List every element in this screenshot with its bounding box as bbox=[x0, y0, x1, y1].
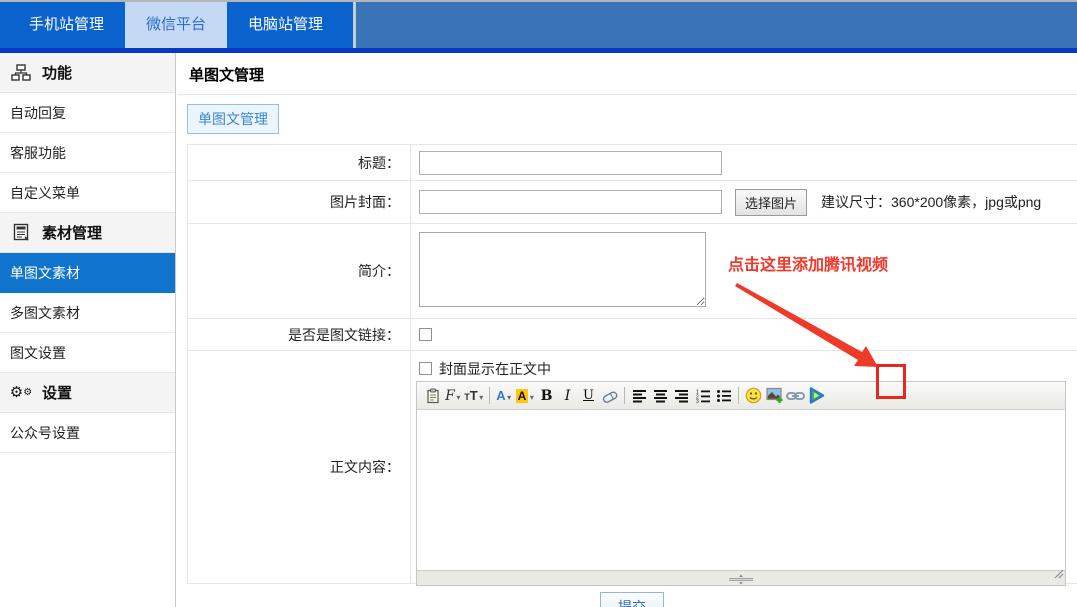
align-left-icon[interactable] bbox=[629, 385, 650, 407]
submit-row: 提交 bbox=[187, 584, 1077, 607]
article-form: 标题： 图片封面： 选择图片 建议尺寸：360*200像素，jpg或png 简介… bbox=[187, 144, 1077, 584]
intro-textarea[interactable] bbox=[419, 232, 706, 307]
svg-text:3: 3 bbox=[696, 399, 699, 403]
sidebar-item-auto-reply[interactable]: 自动回复 bbox=[0, 93, 175, 133]
sitemap-icon bbox=[8, 63, 34, 83]
sidebar: 功能 自动回复 客服功能 自定义菜单 素材管理 单图文素材 多图文素材 图文设置… bbox=[0, 53, 176, 607]
nav-empty-area bbox=[353, 0, 1077, 48]
dropdown-caret-icon bbox=[478, 387, 485, 405]
sidebar-section-functions: 功能 bbox=[0, 53, 175, 93]
emoticon-icon[interactable] bbox=[743, 385, 764, 407]
cover-label: 图片封面： bbox=[187, 181, 411, 223]
dropdown-caret-icon bbox=[455, 387, 462, 405]
hyperlink-icon[interactable] bbox=[785, 385, 806, 407]
form-row-title: 标题： bbox=[187, 145, 1077, 181]
title-label: 标题： bbox=[187, 145, 411, 180]
sidebar-item-article-settings[interactable]: 图文设置 bbox=[0, 333, 175, 373]
sidebar-item-custom-menu[interactable]: 自定义菜单 bbox=[0, 173, 175, 213]
toolbar-separator bbox=[738, 387, 739, 404]
is-link-checkbox[interactable] bbox=[419, 328, 432, 341]
main-content: 单图文管理 单图文管理 标题： 图片封面： 选择图片 建议尺寸：360*200像… bbox=[177, 53, 1077, 607]
tab-button-row: 单图文管理 bbox=[177, 95, 1077, 144]
align-right-icon[interactable] bbox=[671, 385, 692, 407]
cover-size-hint: 建议尺寸：360*200像素，jpg或png bbox=[821, 192, 1041, 212]
cover-in-content-label: 封面显示在正文中 bbox=[439, 359, 551, 379]
underline-icon[interactable]: U bbox=[578, 385, 599, 407]
intro-label: 简介： bbox=[187, 224, 411, 318]
bold-icon[interactable]: B bbox=[536, 385, 557, 407]
editor-status-bar bbox=[417, 570, 1065, 585]
sidebar-section-materials: 素材管理 bbox=[0, 213, 175, 253]
nav-tab-pc-site[interactable]: 电脑站管理 bbox=[227, 0, 344, 48]
form-row-cover: 图片封面： 选择图片 建议尺寸：360*200像素，jpg或png bbox=[187, 181, 1077, 224]
eraser-icon[interactable] bbox=[599, 385, 620, 407]
editor-corner-grip-icon[interactable] bbox=[1054, 566, 1064, 584]
rich-text-editor: F TT A A B I U bbox=[416, 381, 1066, 586]
gears-icon: ⚙⚙ bbox=[8, 383, 34, 403]
top-navigation: 手机站管理 微信平台 电脑站管理 bbox=[0, 0, 1077, 53]
form-row-body-content: 正文内容： 封面显示在正文中 F TT bbox=[187, 351, 1077, 584]
form-row-is-link: 是否是图文链接： bbox=[187, 319, 1077, 351]
nav-tab-mobile-site[interactable]: 手机站管理 bbox=[8, 0, 125, 48]
tencent-video-icon[interactable] bbox=[806, 385, 827, 407]
editor-resize-handle[interactable] bbox=[727, 572, 755, 590]
align-center-icon[interactable] bbox=[650, 385, 671, 407]
nav-tab-wechat-platform[interactable]: 微信平台 bbox=[125, 0, 227, 48]
font-color-icon[interactable]: A bbox=[494, 385, 515, 407]
sidebar-section-label: 功能 bbox=[42, 62, 72, 83]
sidebar-item-multi-article-material[interactable]: 多图文素材 bbox=[0, 293, 175, 333]
choose-image-button[interactable]: 选择图片 bbox=[735, 189, 807, 216]
top-border-line bbox=[0, 0, 1077, 2]
font-size-icon[interactable]: TT bbox=[464, 385, 485, 407]
paste-icon[interactable] bbox=[422, 385, 443, 407]
sidebar-section-label: 素材管理 bbox=[42, 222, 102, 243]
ordered-list-icon[interactable]: 123 bbox=[692, 385, 713, 407]
form-row-intro: 简介： bbox=[187, 224, 1077, 319]
highlight-color-icon[interactable]: A bbox=[515, 385, 536, 407]
sidebar-item-customer-service[interactable]: 客服功能 bbox=[0, 133, 175, 173]
news-icon bbox=[8, 223, 34, 243]
sidebar-item-single-article-material[interactable]: 单图文素材 bbox=[0, 253, 175, 293]
toolbar-separator bbox=[624, 387, 625, 404]
nav-tabs-zone: 手机站管理 微信平台 电脑站管理 bbox=[0, 0, 353, 48]
submit-button[interactable]: 提交 bbox=[600, 592, 664, 607]
is-link-label: 是否是图文链接： bbox=[187, 319, 411, 350]
sidebar-section-settings: ⚙⚙ 设置 bbox=[0, 373, 175, 413]
italic-icon[interactable]: I bbox=[557, 385, 578, 407]
insert-image-icon[interactable] bbox=[764, 385, 785, 407]
editor-content-area[interactable] bbox=[417, 410, 1065, 570]
font-family-icon[interactable]: F bbox=[443, 385, 464, 407]
cover-input[interactable] bbox=[419, 190, 722, 214]
title-input[interactable] bbox=[419, 151, 722, 175]
sidebar-item-official-account-settings[interactable]: 公众号设置 bbox=[0, 413, 175, 453]
toolbar-separator bbox=[489, 387, 490, 404]
dropdown-caret-icon bbox=[528, 387, 535, 405]
cover-in-content-checkbox[interactable] bbox=[419, 362, 432, 375]
dropdown-caret-icon bbox=[506, 387, 513, 405]
tab-single-article-management[interactable]: 单图文管理 bbox=[187, 104, 279, 134]
sidebar-section-label: 设置 bbox=[42, 382, 72, 403]
page-title: 单图文管理 bbox=[177, 53, 1077, 95]
editor-toolbar: F TT A A B I U bbox=[417, 382, 1065, 410]
body-content-label: 正文内容： bbox=[187, 351, 411, 583]
unordered-list-icon[interactable] bbox=[713, 385, 734, 407]
